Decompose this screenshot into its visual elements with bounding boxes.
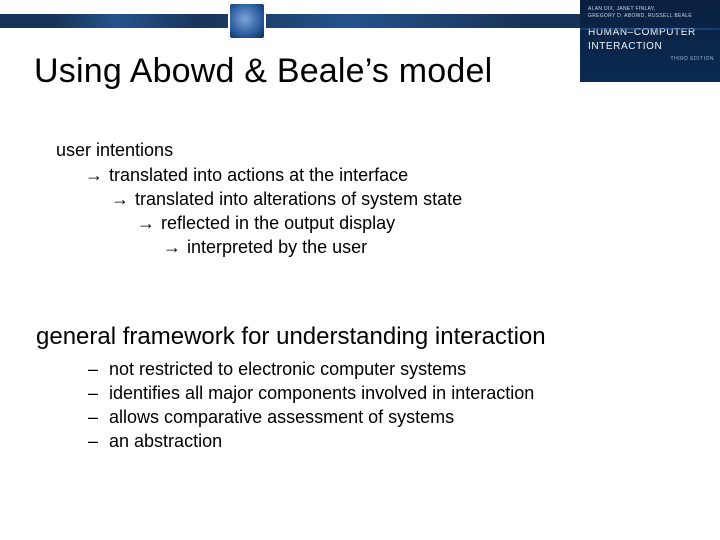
section1-step-3-text: reflected in the output display xyxy=(161,213,395,233)
slide: ALAN DIX, JANET FINLAY, GREGORY D. ABOWD… xyxy=(0,0,720,540)
list-item-text: not restricted to electronic computer sy… xyxy=(109,359,466,379)
section1-step-1: → translated into actions at the interfa… xyxy=(84,163,680,187)
slide-title: Using Abowd & Beale’s model xyxy=(34,52,492,91)
section1-step-1-text: translated into actions at the interface xyxy=(109,165,408,185)
header-logo-icon xyxy=(228,2,266,40)
list-item-text: allows comparative assessment of systems xyxy=(109,407,454,427)
section1-step-4-text: interpreted by the user xyxy=(187,237,367,257)
section1-step-2-text: translated into alterations of system st… xyxy=(135,189,462,209)
arrow-icon: → xyxy=(110,187,130,211)
list-item-text: identifies all major components involved… xyxy=(109,383,534,403)
arrow-icon: → xyxy=(136,211,156,235)
book-cover: ALAN DIX, JANET FINLAY, GREGORY D. ABOWD… xyxy=(580,0,720,82)
section2-list: – not restricted to electronic computer … xyxy=(104,357,680,453)
dash-icon: – xyxy=(88,429,104,453)
list-item: – an abstraction xyxy=(104,429,680,453)
section1-lead: user intentions xyxy=(56,140,680,161)
book-authors: ALAN DIX, JANET FINLAY, GREGORY D. ABOWD… xyxy=(588,6,714,20)
book-edition: THIRD EDITION xyxy=(588,56,714,63)
section1-step-2: → translated into alterations of system … xyxy=(110,187,680,211)
dash-icon: – xyxy=(88,381,104,405)
header-stripe xyxy=(0,14,580,28)
dash-icon: – xyxy=(88,405,104,429)
book-title: HUMAN–COMPUTER INTERACTION xyxy=(588,26,714,54)
dash-icon: – xyxy=(88,357,104,381)
section1-step-4: → interpreted by the user xyxy=(162,235,680,259)
section2-lead: general framework for understanding inte… xyxy=(36,323,680,351)
book-stripe-icon xyxy=(580,28,720,30)
arrow-icon: → xyxy=(84,163,104,187)
list-item-text: an abstraction xyxy=(109,431,222,451)
list-item: – identifies all major components involv… xyxy=(104,381,680,405)
arrow-icon: → xyxy=(162,235,182,259)
slide-body: user intentions → translated into action… xyxy=(56,140,680,453)
list-item: – allows comparative assessment of syste… xyxy=(104,405,680,429)
list-item: – not restricted to electronic computer … xyxy=(104,357,680,381)
section1-step-3: → reflected in the output display xyxy=(136,211,680,235)
